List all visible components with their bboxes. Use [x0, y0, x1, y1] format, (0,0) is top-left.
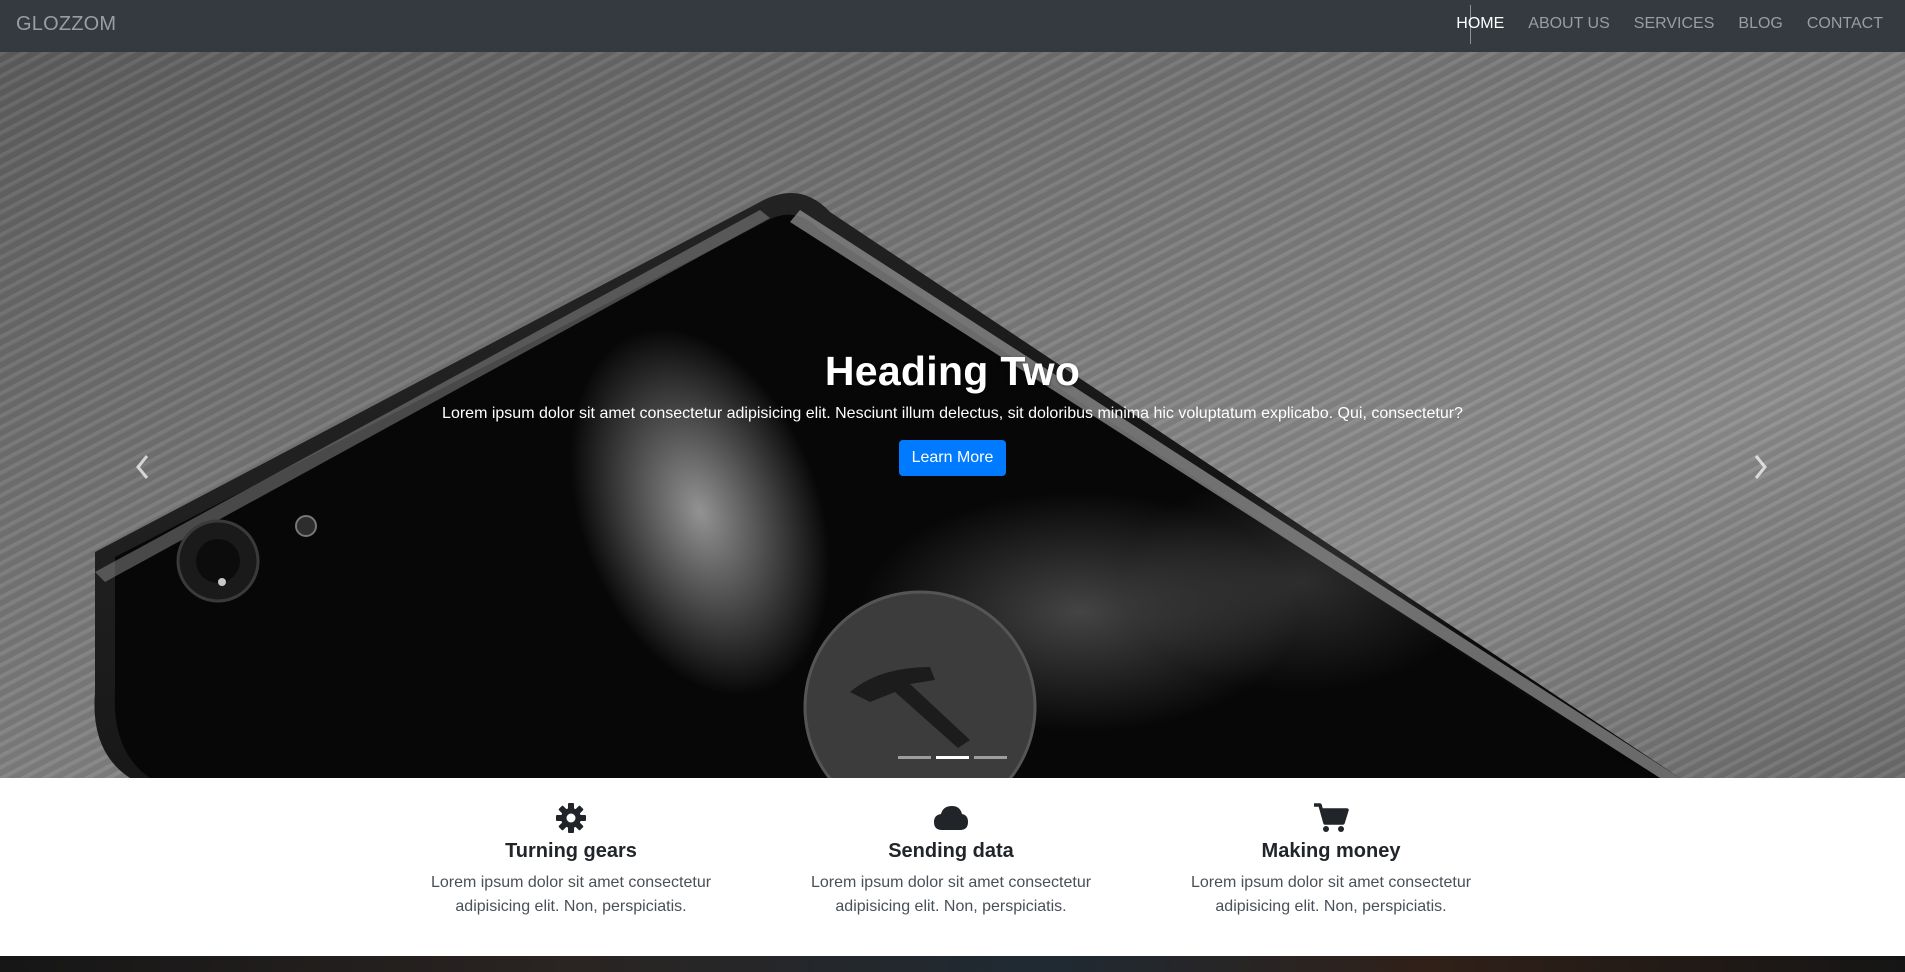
carousel-prev-button[interactable] [133, 452, 153, 482]
hero-caption: Heading Two Lorem ipsum dolor sit amet c… [0, 348, 1905, 476]
chevron-left-icon [136, 455, 149, 479]
feature-text-line: adipisicing elit. Non, perspiciatis. [455, 898, 687, 915]
nav-link-contact[interactable]: CONTACT [1807, 15, 1883, 33]
hero-text: Lorem ipsum dolor sit amet consectetur a… [442, 405, 1463, 422]
feature-title: Making money [1261, 840, 1401, 862]
features-section: Turning gears Lorem ipsum dolor sit amet… [0, 778, 1905, 956]
learn-more-button[interactable]: Learn More [898, 440, 1007, 476]
carousel-indicators [898, 756, 1007, 759]
carousel-indicator[interactable] [974, 756, 1007, 759]
feature-text-line: Lorem ipsum dolor sit amet consectetur [430, 874, 712, 891]
feature-text: Lorem ipsum dolor sit amet consectetur a… [421, 871, 721, 919]
hero-title: Heading Two [824, 348, 1081, 394]
feature-text-line: Lorem ipsum dolor sit amet consectetur [1190, 874, 1472, 891]
nav-link-services[interactable]: SERVICES [1634, 15, 1715, 33]
nav-link-about-us[interactable]: ABOUT US [1528, 15, 1610, 33]
feature-text-line: adipisicing elit. Non, perspiciatis. [835, 898, 1067, 915]
chevron-right-icon [1754, 455, 1767, 479]
hero-carousel: Heading Two Lorem ipsum dolor sit amet c… [0, 52, 1905, 778]
nav-link-home[interactable]: HOME [1456, 15, 1504, 33]
brand-logo[interactable]: GLOZZOM [16, 13, 116, 36]
feature-text-line: adipisicing elit. Non, perspiciatis. [1215, 898, 1447, 915]
feature-making-money: Making money Lorem ipsum dolor sit amet … [1181, 802, 1481, 919]
carousel-next-button[interactable] [1750, 452, 1770, 482]
feature-sending-data: Sending data Lorem ipsum dolor sit amet … [801, 802, 1101, 919]
feature-text: Lorem ipsum dolor sit amet consectetur a… [801, 871, 1101, 919]
feature-text-line: Lorem ipsum dolor sit amet consectetur [810, 874, 1092, 891]
feature-title: Turning gears [505, 840, 637, 862]
navbar: GLOZZOM HOME ABOUT US SERVICES BLOG CONT… [0, 0, 1905, 52]
gear-icon [556, 803, 586, 833]
next-section-preview [0, 956, 1905, 972]
feature-title: Sending data [888, 840, 1014, 862]
carousel-indicator[interactable] [898, 756, 931, 759]
feature-text: Lorem ipsum dolor sit amet consectetur a… [1181, 871, 1481, 919]
cloud-icon [934, 806, 968, 830]
nav-link-blog[interactable]: BLOG [1738, 15, 1782, 33]
feature-turning-gears: Turning gears Lorem ipsum dolor sit amet… [421, 802, 721, 919]
carousel-indicator-active[interactable] [936, 756, 969, 759]
nav-links: HOME ABOUT US SERVICES BLOG CONTACT [1456, 15, 1883, 33]
cart-icon [1314, 803, 1349, 832]
